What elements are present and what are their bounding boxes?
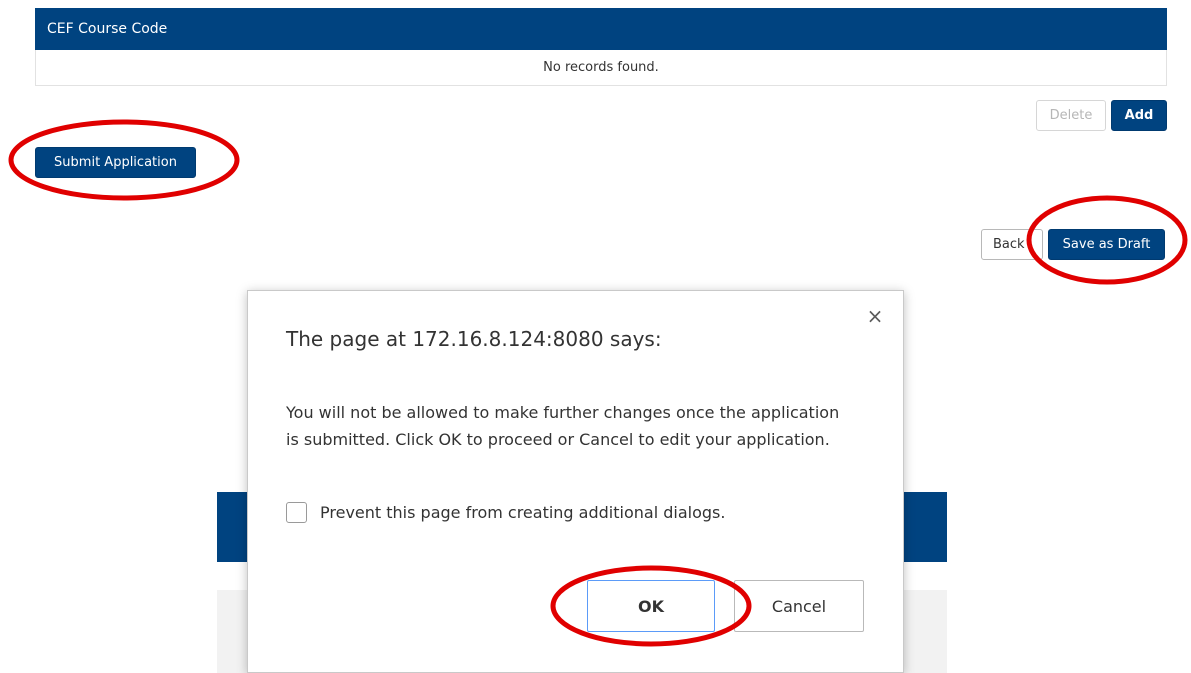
prevent-dialogs-label: Prevent this page from creating addition…	[320, 503, 726, 522]
back-button[interactable]: Back	[981, 229, 1043, 260]
table-header-cef-course-code: CEF Course Code	[35, 8, 1167, 50]
table-empty-message: No records found.	[35, 50, 1167, 86]
prevent-dialogs-checkbox[interactable]	[286, 502, 307, 523]
save-as-draft-button[interactable]: Save as Draft	[1048, 229, 1165, 260]
delete-button[interactable]: Delete	[1036, 100, 1106, 131]
cancel-button[interactable]: Cancel	[734, 580, 864, 632]
confirm-dialog: × The page at 172.16.8.124:8080 says: Yo…	[247, 290, 904, 673]
dialog-message: You will not be allowed to make further …	[286, 403, 840, 449]
prevent-dialogs-option[interactable]: Prevent this page from creating addition…	[286, 502, 725, 523]
close-icon[interactable]: ×	[865, 305, 885, 327]
submit-application-button[interactable]: Submit Application	[35, 147, 196, 178]
ok-button[interactable]: OK	[587, 580, 715, 632]
cef-course-code-table: CEF Course Code No records found.	[35, 8, 1167, 86]
add-button[interactable]: Add	[1111, 100, 1167, 131]
dialog-title: The page at 172.16.8.124:8080 says:	[286, 327, 662, 351]
